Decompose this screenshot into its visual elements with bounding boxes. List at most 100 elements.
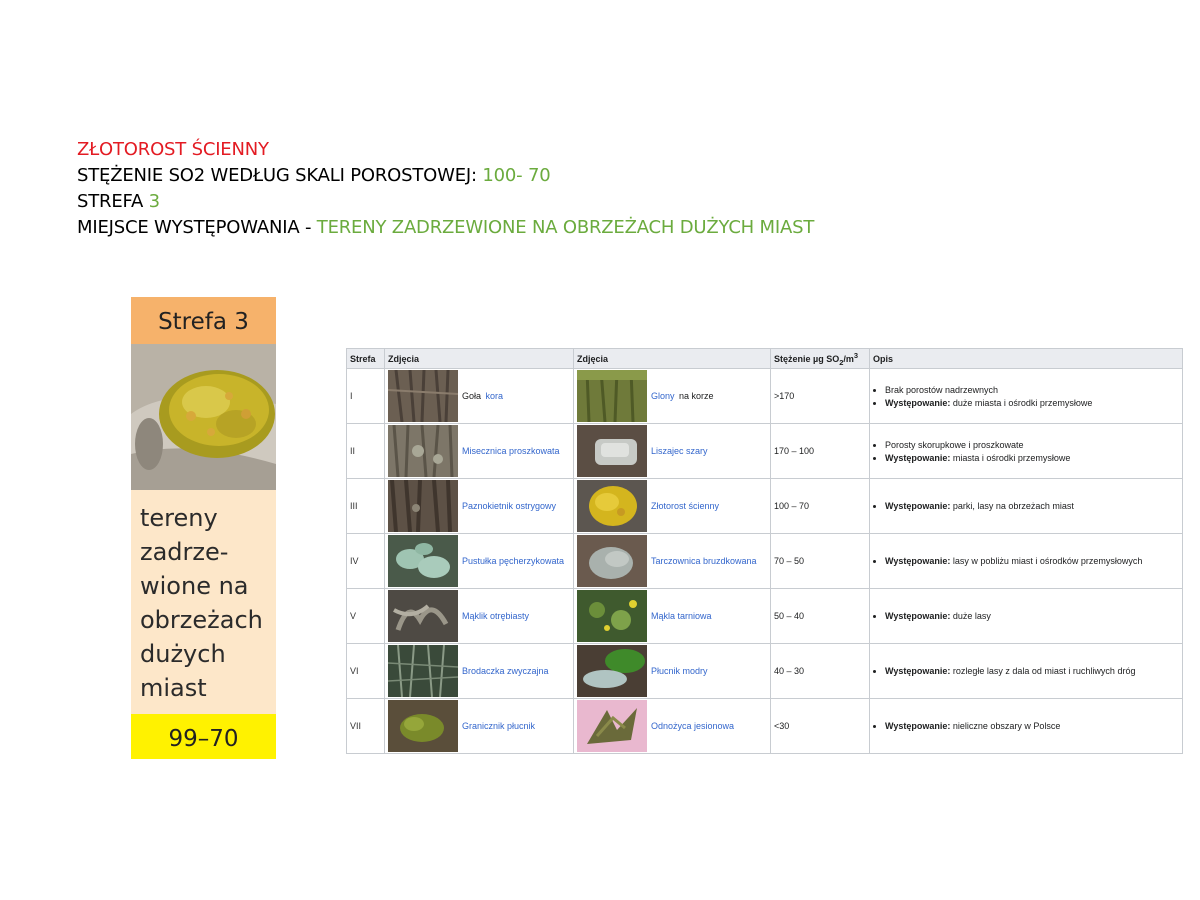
species-link[interactable]: Złotorost ścienny bbox=[651, 501, 719, 511]
desc-bold: Występowanie: bbox=[885, 556, 951, 566]
row-photo-right: Liszajec szary bbox=[573, 423, 771, 479]
species-label: Glony na korze bbox=[649, 391, 714, 401]
species-link[interactable]: Liszajec szary bbox=[651, 446, 708, 456]
row-zone: VI bbox=[346, 643, 385, 699]
row-description: Występowanie: rozległe lasy z dala od mi… bbox=[869, 643, 1183, 699]
lichen-photo bbox=[388, 645, 458, 697]
row-description: Występowanie: lasy w pobliżu miast i ośr… bbox=[869, 533, 1183, 589]
row-photo-right: Mąkla tarniowa bbox=[573, 588, 771, 644]
lichen-photo bbox=[388, 590, 458, 642]
desc-bold: Występowanie: bbox=[885, 666, 951, 676]
lichen-photo bbox=[577, 480, 647, 532]
species-link[interactable]: Misecznica proszkowata bbox=[462, 446, 560, 456]
header: ZŁOTOROST ŚCIENNY STĘŻENIE SO2 WEDŁUG SK… bbox=[77, 137, 814, 241]
species-label: Paznokietnik ostrygowy bbox=[460, 501, 556, 511]
species-label: Mąklik otrębiasty bbox=[460, 611, 529, 621]
lichen-photo bbox=[388, 425, 458, 477]
row-description: Występowanie: nieliczne obszary w Polsce bbox=[869, 698, 1183, 754]
row-photo-left: Brodaczka zwyczajna bbox=[384, 643, 574, 699]
table-row: VII Granicznik płucnik Odnożyca jesionow… bbox=[346, 698, 1183, 754]
zone-label: STREFA bbox=[77, 191, 144, 212]
desc-text: Porosty skorupkowe i proszkowate bbox=[885, 439, 1024, 450]
card-description: tereny zadrze- wione na obrzeżach dużych… bbox=[140, 504, 263, 702]
zone-card: Strefa 3 tereny zadrze- wione na obrzeża… bbox=[131, 297, 276, 759]
species-link[interactable]: Odnożyca jesionowa bbox=[651, 721, 734, 731]
species-prefix: Goła bbox=[462, 391, 482, 401]
lichen-scale-table: Strefa Zdjęcia Zdjęcia Stężenie µg SO2/m… bbox=[346, 348, 1183, 754]
row-concentration: 70 – 50 bbox=[770, 533, 870, 589]
row-description: Porosty skorupkowe i proszkowate Występo… bbox=[869, 423, 1183, 479]
species-link[interactable]: Płucnik modry bbox=[651, 666, 708, 676]
desc-bold: Występowanie: bbox=[885, 611, 951, 621]
row-concentration: >170 bbox=[770, 368, 870, 424]
row-photo-right: Złotorost ścienny bbox=[573, 478, 771, 534]
occurrence-label: MIEJSCE WYSTĘPOWANIA bbox=[77, 217, 300, 238]
species-suffix: na korze bbox=[679, 391, 714, 401]
species-link[interactable]: kora bbox=[486, 391, 504, 401]
species-link[interactable]: Mąkla tarniowa bbox=[651, 611, 712, 621]
species-link[interactable]: Tarczownica bruzdkowana bbox=[651, 556, 757, 566]
card-title: Strefa 3 bbox=[131, 297, 276, 344]
zone-value: 3 bbox=[148, 191, 160, 212]
species-label: Brodaczka zwyczajna bbox=[460, 666, 549, 676]
table-row: V Mąklik otrębiasty Mąkla tarniowa 50 – … bbox=[346, 588, 1183, 644]
row-description: Występowanie: duże lasy bbox=[869, 588, 1183, 644]
species-label: Misecznica proszkowata bbox=[460, 446, 560, 456]
desc-item: Występowanie: rozległe lasy z dala od mi… bbox=[885, 666, 1179, 676]
header-photos-2: Zdjęcia bbox=[573, 348, 771, 369]
species-label: Płucnik modry bbox=[649, 666, 708, 676]
row-photo-left: Paznokietnik ostrygowy bbox=[384, 478, 574, 534]
card-lichen-photo bbox=[131, 344, 276, 490]
row-concentration: 40 – 30 bbox=[770, 643, 870, 699]
species-link[interactable]: Brodaczka zwyczajna bbox=[462, 666, 549, 676]
row-photo-left: Granicznik płucnik bbox=[384, 698, 574, 754]
desc-text: parki, lasy na obrzeżach miast bbox=[952, 501, 1074, 511]
desc-text: duże miasta i ośrodki przemysłowe bbox=[952, 397, 1093, 408]
header-description: Opis bbox=[869, 348, 1183, 369]
lichen-photo bbox=[577, 700, 647, 752]
species-label: Mąkla tarniowa bbox=[649, 611, 712, 621]
header-photos-1: Zdjęcia bbox=[384, 348, 574, 369]
desc-item: Występowanie: duże miasta i ośrodki prze… bbox=[885, 398, 1179, 408]
table-row: IV Pustułka pęcherzykowata Tarczownica b… bbox=[346, 533, 1183, 589]
species-link[interactable]: Granicznik płucnik bbox=[462, 721, 535, 731]
header-concentration-sup: 3 bbox=[853, 350, 859, 360]
lichen-photo bbox=[388, 480, 458, 532]
occurrence-line: MIEJSCE WYSTĘPOWANIA - TERENY ZADRZEWION… bbox=[77, 217, 815, 238]
species-label: Tarczownica bruzdkowana bbox=[649, 556, 757, 566]
row-zone: III bbox=[346, 478, 385, 534]
desc-text: miasta i ośrodki przemysłowe bbox=[952, 452, 1071, 463]
desc-bold: Występowanie: bbox=[885, 452, 951, 463]
row-zone: IV bbox=[346, 533, 385, 589]
desc-item: Występowanie: duże lasy bbox=[885, 611, 1179, 621]
lichen-name: ZŁOTOROST ŚCIENNY bbox=[77, 139, 269, 160]
table-row: I Goła kora Glony na korze >170 Brak por… bbox=[346, 368, 1183, 424]
row-photo-left: Goła kora bbox=[384, 368, 574, 424]
table-row: VI Brodaczka zwyczajna Płucnik modry 40 … bbox=[346, 643, 1183, 699]
header-concentration-label: Stężenie µg SO bbox=[774, 353, 840, 364]
algae-photo bbox=[577, 370, 647, 422]
desc-bold: Występowanie: bbox=[885, 721, 951, 731]
concentration-value: 100- 70 bbox=[482, 165, 551, 186]
species-label: Granicznik płucnik bbox=[460, 721, 535, 731]
row-description: Występowanie: parki, lasy na obrzeżach m… bbox=[869, 478, 1183, 534]
table-row: II Misecznica proszkowata Liszajec szary… bbox=[346, 423, 1183, 479]
header-concentration-unit: /m bbox=[843, 353, 854, 364]
desc-bold: Występowanie: bbox=[885, 397, 951, 408]
table-row: III Paznokietnik ostrygowy Złotorost ści… bbox=[346, 478, 1183, 534]
concentration-line: STĘŻENIE SO2 WEDŁUG SKALI POROSTOWEJ: 10… bbox=[77, 165, 551, 186]
species-link[interactable]: Glony bbox=[651, 391, 675, 401]
desc-item: Brak porostów nadrzewnych bbox=[885, 385, 1179, 395]
row-photo-left: Misecznica proszkowata bbox=[384, 423, 574, 479]
species-link[interactable]: Pustułka pęcherzykowata bbox=[462, 556, 564, 566]
row-photo-right: Odnożyca jesionowa bbox=[573, 698, 771, 754]
header-concentration: Stężenie µg SO2/m3 bbox=[770, 348, 870, 369]
row-description: Brak porostów nadrzewnych Występowanie: … bbox=[869, 368, 1183, 424]
row-zone: I bbox=[346, 368, 385, 424]
occurrence-value: TERENY ZADRZEWIONE NA OBRZEŻACH DUŻYCH M… bbox=[316, 217, 815, 238]
species-label: Odnożyca jesionowa bbox=[649, 721, 734, 731]
species-link[interactable]: Mąklik otrębiasty bbox=[462, 611, 529, 621]
row-zone: V bbox=[346, 588, 385, 644]
row-concentration: <30 bbox=[770, 698, 870, 754]
species-link[interactable]: Paznokietnik ostrygowy bbox=[462, 501, 556, 511]
